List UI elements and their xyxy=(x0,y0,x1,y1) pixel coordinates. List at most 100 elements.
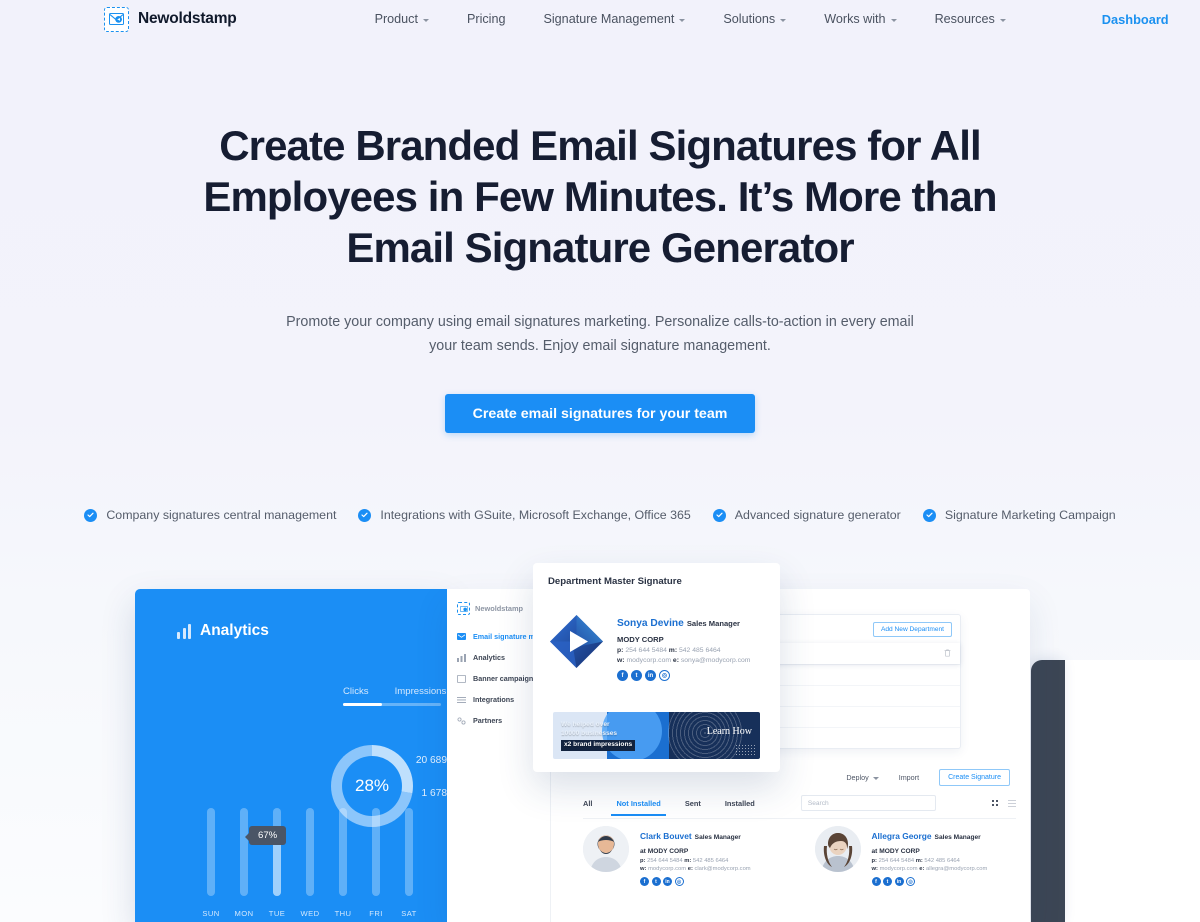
web-label: w: xyxy=(640,866,647,872)
web-value: modycorp.com xyxy=(879,866,918,872)
analytics-panel: Analytics Clicks Impressions All clicks … xyxy=(135,589,447,922)
feature-item: Company signatures central management xyxy=(84,508,336,522)
signature-row[interactable]: Clark Bouvet Sales Manager at MODY CORP p… xyxy=(583,826,785,886)
analytics-title-row: Analytics xyxy=(177,622,447,640)
chart-icon xyxy=(457,653,466,662)
axis-tick-label: SAT xyxy=(401,909,417,918)
facebook-icon[interactable]: f xyxy=(871,877,881,886)
main-nav: Product Pricing Signature Management Sol… xyxy=(375,8,1169,30)
mobile-label: m: xyxy=(915,857,923,864)
web-label: w: xyxy=(871,866,878,872)
bar-track xyxy=(339,808,347,896)
search-input[interactable]: Search xyxy=(800,795,936,811)
trash-icon[interactable] xyxy=(944,649,951,659)
tab-not-installed[interactable]: Not Installed xyxy=(611,799,667,816)
nav-label: Pricing xyxy=(466,12,506,26)
stat-value: 20 689 xyxy=(415,754,447,766)
signature-banner[interactable]: We helped over 10000 businesses x2 brand… xyxy=(553,712,760,759)
nav-item-resources[interactable]: Resources xyxy=(935,8,1006,30)
signature-name: Clark Bouvet xyxy=(640,831,692,841)
nav-item-solutions[interactable]: Solutions xyxy=(723,8,787,30)
linkedin-icon[interactable]: in xyxy=(645,670,656,681)
nav-item-signature-management[interactable]: Signature Management xyxy=(543,8,686,30)
tab-impressions[interactable]: Impressions xyxy=(395,686,447,697)
twitter-icon[interactable]: t xyxy=(883,877,892,886)
instagram-icon[interactable]: ◎ xyxy=(659,670,670,681)
list-view-icon[interactable] xyxy=(1008,799,1016,807)
signature-role: Sales Manager xyxy=(934,834,981,841)
signature-details: Allegra George Sales Manager at MODY CORP… xyxy=(871,826,987,886)
avatar xyxy=(583,826,629,872)
twitter-icon[interactable]: t xyxy=(651,877,661,886)
axis-tick-label: SUN xyxy=(202,909,220,918)
feature-list: Company signatures central management In… xyxy=(0,508,1200,522)
master-signature-card: Department Master Signature Sonya Devine… xyxy=(533,563,780,772)
sidebar-item-label: Analytics xyxy=(473,653,505,662)
hero-subheading: Promote your company using email signatu… xyxy=(286,314,914,354)
feature-label: Company signatures central management xyxy=(106,508,337,522)
phone-label: p: xyxy=(871,857,877,864)
create-signature-button[interactable]: Create Signature xyxy=(939,769,1010,786)
linkedin-icon[interactable]: in xyxy=(894,877,904,886)
chevron-down-icon xyxy=(890,18,897,22)
instagram-icon[interactable]: ◎ xyxy=(674,877,684,886)
analytics-tabs: Clicks Impressions xyxy=(343,686,447,697)
import-button[interactable]: Import xyxy=(899,773,919,782)
grid-view-icon[interactable] xyxy=(991,799,999,807)
signature-company: at MODY CORP xyxy=(640,848,689,855)
mobile-value: 542 485 6464 xyxy=(924,857,960,864)
banner-icon xyxy=(457,674,466,683)
sidebar-item-label: Partners xyxy=(473,716,503,725)
create-signatures-button[interactable]: Create email signatures for your team xyxy=(444,394,756,433)
email-value: sonya@modycorp.com xyxy=(680,657,751,664)
nav-item-product[interactable]: Product xyxy=(375,8,429,30)
axis-tick-label: MON xyxy=(234,909,254,918)
tab-sent[interactable]: Sent xyxy=(685,799,701,808)
signature-details: Clark Bouvet Sales Manager at MODY CORP p… xyxy=(640,826,751,886)
phone-value: 254 644 5484 xyxy=(625,647,667,654)
banner-dots-decoration xyxy=(735,744,755,755)
sidebar-item-label: Banner campaigns xyxy=(473,674,538,683)
signature-phone-line: p: 254 644 5484 m: 542 485 6464 xyxy=(640,858,751,864)
brand-logo-group[interactable]: Newoldstamp xyxy=(104,6,237,32)
add-new-department-button[interactable]: Add New Department xyxy=(872,622,952,637)
integrations-icon xyxy=(457,695,466,704)
banner-cta[interactable]: Learn How xyxy=(707,726,752,737)
chevron-down-icon xyxy=(999,18,1006,22)
nav-item-dashboard[interactable]: Dashboard xyxy=(1102,12,1169,27)
feature-item: Advanced signature generator xyxy=(712,508,901,522)
tab-all[interactable]: All xyxy=(583,799,592,808)
signature-name: Sonya Devine xyxy=(617,618,684,629)
bar-track xyxy=(207,808,215,896)
tab-installed[interactable]: Installed xyxy=(725,799,755,808)
nav-item-pricing[interactable]: Pricing xyxy=(467,8,506,30)
axis-tick-label: FRI xyxy=(369,909,383,918)
signature-company: MODY CORP xyxy=(617,635,664,644)
phone-value: 254 644 5484 xyxy=(647,857,683,864)
nav-label: Product xyxy=(374,12,418,26)
signature-web-line: w: modycorp.com e: sonya@modycorp.com xyxy=(617,657,750,664)
bar-track xyxy=(372,808,380,896)
axis-tick-label: TUE xyxy=(268,909,286,918)
banner-text: We helped over 10000 businesses x2 brand… xyxy=(561,721,636,751)
signature-row[interactable]: Allegra George Sales Manager at MODY CORP… xyxy=(814,826,1017,886)
axis-tick-label: WED xyxy=(300,909,320,918)
facebook-icon[interactable]: f xyxy=(640,877,649,886)
banner-line-2: 10000 businesses xyxy=(561,729,618,737)
analytics-title: Analytics xyxy=(200,622,269,639)
deploy-dropdown[interactable]: Deploy xyxy=(846,773,879,782)
instagram-icon[interactable]: ◎ xyxy=(906,877,915,886)
nav-item-works-with[interactable]: Works with xyxy=(824,8,897,30)
mobile-label: m: xyxy=(684,857,692,864)
tab-clicks[interactable]: Clicks xyxy=(343,686,369,697)
email-label: e: xyxy=(919,866,925,872)
facebook-icon[interactable]: f xyxy=(617,670,628,681)
feature-label: Advanced signature generator xyxy=(734,508,901,522)
twitter-icon[interactable]: t xyxy=(631,670,642,681)
signature-company: at MODY CORP xyxy=(871,848,920,855)
nav-label: Works with xyxy=(824,12,886,26)
signature-phone-line: p: 254 644 5484 m: 542 485 6464 xyxy=(617,647,750,654)
feature-item: Integrations with GSuite, Microsoft Exch… xyxy=(358,508,691,522)
bar-tooltip: 67% xyxy=(244,826,287,845)
linkedin-icon[interactable]: in xyxy=(663,877,672,886)
